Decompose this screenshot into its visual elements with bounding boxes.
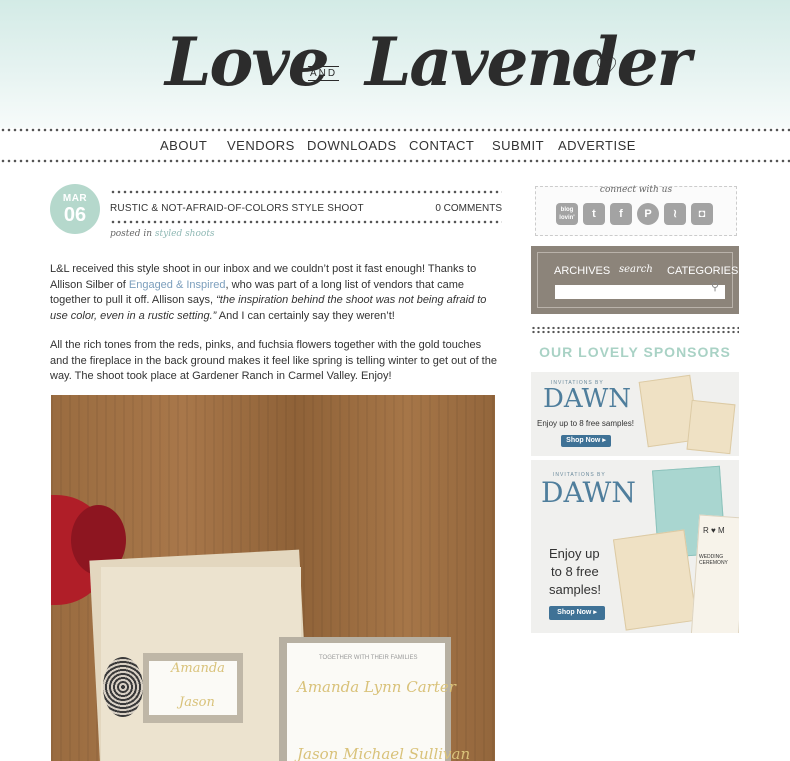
nav-divider-bottom [0, 159, 790, 163]
nav-contact[interactable]: CONTACT [409, 138, 474, 153]
nav-submit[interactable]: SUBMIT [492, 138, 544, 153]
connect-box: connect with us blog lovin' t f P ≀ ◘ [535, 185, 737, 236]
search-input[interactable] [555, 285, 725, 299]
nav-about[interactable]: ABOUT [160, 138, 207, 153]
nav-downloads[interactable]: DOWNLOADS [307, 138, 397, 153]
post-title[interactable]: RUSTIC & NOT-AFRAID-OF-COLORS STYLE SHOO… [110, 203, 364, 214]
photo-card-name-2: Jason Michael Sullivan [297, 745, 471, 761]
sponsors-divider [531, 326, 739, 334]
engaged-inspired-link[interactable]: Engaged & Inspired [129, 279, 226, 291]
photo-card-small-text: TOGETHER WITH THEIR FAMILIES [319, 655, 418, 661]
ad2-text-line-2: to 8 free [551, 564, 599, 579]
bloglovin-icon[interactable]: blog lovin' [556, 203, 578, 225]
heart-icon: ♡ [595, 52, 619, 82]
ad2-text-line-3: samples! [549, 582, 602, 597]
instagram-icon[interactable]: ◘ [691, 203, 713, 225]
post-comments-link[interactable]: 0 COMMENTS [435, 203, 502, 214]
posted-in-label: posted in [110, 229, 153, 239]
logo-word-love: Love [165, 23, 330, 101]
ad1-brand: DAWN [543, 384, 632, 414]
search-widget: ARCHIVES search CATEGORIES [531, 246, 739, 314]
photo-feather [103, 657, 143, 717]
connect-title: connect with us [599, 185, 673, 195]
site-header: Love AND Lavender ♡ [0, 0, 790, 128]
ad2-card-floral [612, 529, 698, 631]
ad2-card-ceremony-text: WEDDING CEREMONY [699, 554, 728, 566]
post-date-month: MAR [62, 193, 88, 204]
post-header: RUSTIC & NOT-AFRAID-OF-COLORS STYLE SHOO… [110, 190, 502, 224]
logo-word-and: AND [308, 66, 340, 81]
tab-archives[interactable]: ARCHIVES [554, 265, 610, 277]
pinterest-icon[interactable]: P [637, 203, 659, 225]
photo-card-name-1: Amanda Lynn Carter [297, 678, 456, 696]
search-icon[interactable]: ⚲ [711, 280, 719, 293]
post-date-badge: MAR 06 [50, 184, 100, 234]
tab-search[interactable]: search [619, 264, 653, 275]
sponsor-ad-dawn-2[interactable]: INVITATIONS BY DAWN Enjoy up to 8 free s… [531, 460, 739, 633]
post-header-divider-bottom [110, 220, 502, 224]
post-category-link[interactable]: styled shoots [155, 229, 215, 239]
nav-divider-top [0, 128, 790, 132]
photo-tag-name-1: Amanda [171, 661, 225, 676]
facebook-icon[interactable]: f [610, 203, 632, 225]
post-category-line: posted in styled shoots [110, 229, 215, 239]
ad2-text-line-1: Enjoy up [549, 546, 600, 561]
photo-tag-name-2: Jason [179, 695, 215, 710]
rss-icon[interactable]: ≀ [664, 203, 686, 225]
ad2-brand: DAWN [541, 476, 636, 509]
nav-advertise[interactable]: ADVERTISE [558, 138, 636, 153]
ad1-card-2 [686, 399, 736, 455]
ad2-card-initials: R ♥ M [703, 526, 725, 535]
post-header-divider-top [110, 190, 502, 194]
post-paragraph-1: L&L received this style shoot in our inb… [50, 262, 498, 324]
twitter-icon[interactable]: t [583, 203, 605, 225]
ad2-shop-now-button[interactable]: Shop Now ▸ [549, 606, 605, 620]
post-photo[interactable]: Amanda Jason TOGETHER WITH THEIR FAMILIE… [51, 395, 495, 761]
sponsor-ad-dawn-1[interactable]: INVITATIONS BY DAWN Enjoy up to 8 free s… [531, 372, 739, 456]
logo-word-lavender: Lavender [365, 23, 691, 101]
site-logo[interactable]: Love AND Lavender ♡ [165, 14, 691, 114]
tab-categories[interactable]: CATEGORIES [667, 265, 738, 277]
sponsors-title: OUR LOVELY SPONSORS [539, 344, 731, 360]
search-widget-frame: ARCHIVES search CATEGORIES [537, 252, 738, 308]
post-p1-text-c: And I can certainly say they weren’t! [216, 309, 395, 322]
main-nav: ABOUT VENDORS DOWNLOADS CONTACT SUBMIT A… [0, 134, 790, 158]
post-paragraph-2: All the rich tones from the reds, pinks,… [50, 339, 497, 382]
nav-vendors[interactable]: VENDORS [227, 138, 295, 153]
post-date-day: 06 [63, 204, 87, 226]
ad1-shop-now-button[interactable]: Shop Now ▸ [561, 435, 611, 447]
ad1-text: Enjoy up to 8 free samples! [537, 419, 634, 428]
